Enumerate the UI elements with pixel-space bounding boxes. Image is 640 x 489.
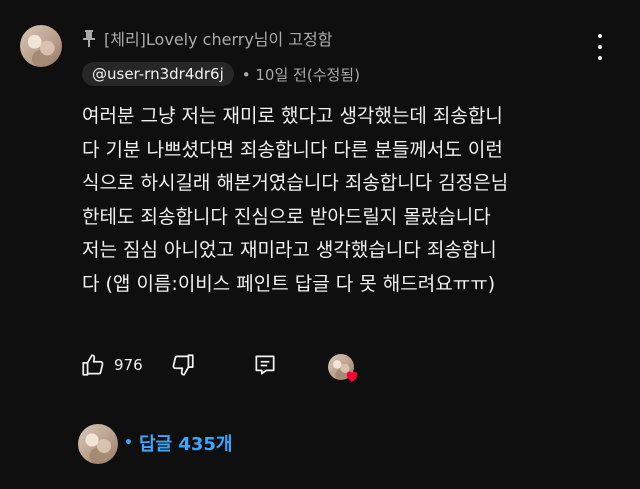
comment-line: 다 기분 나쁘셨다면 죄송합니다 다른 분들께서도 이런 [82,138,503,161]
comment-actions: 976 [80,352,380,384]
comment-line: 저는 짐심 아니었고 재미라고 생각했습니다 죄송합니 [82,239,497,261]
reply-creator-avatar [78,424,118,464]
comment-line: 여러분 그냥 저는 재미로 했다고 생각했는데 죄송합니 [82,105,503,127]
comment-line: 다 (앱 이름:이비스 페인트 답글 다 못 해드려요ㅠㅠ) [82,272,496,295]
comment-line: 한테도 죄송합니다 진심으로 받아드릴지 몰랐습니다 [82,205,491,228]
author-handle[interactable]: @user-rn3dr4dr6j [82,62,234,86]
replies-label: 답글 435개 [138,434,233,455]
pinned-indicator: [체리]Lovely cherry님이 고정함 [82,26,332,50]
view-replies-button[interactable]: • 답글 435개 [124,430,232,456]
like-button[interactable]: 976 [80,352,143,378]
comment-line: 식으로 하시길래 해본거였습니다 죄송합니다 김정은님 [82,172,509,194]
reply-button[interactable] [252,352,278,378]
thumbs-up-icon [82,354,104,376]
comment-header: @user-rn3dr4dr6j • 10일 전(수정됨) [82,62,360,86]
commenter-avatar[interactable] [20,25,62,67]
comment-timestamp[interactable]: • 10일 전(수정됨) [242,64,360,85]
replies-dot: • [124,435,133,451]
like-count: 976 [114,356,143,374]
thumbs-down-icon [172,354,194,376]
pinned-label: [체리]Lovely cherry님이 고정함 [104,30,333,49]
reply-icon [255,355,275,375]
dislike-button[interactable] [170,352,196,378]
more-options-icon[interactable] [592,34,608,60]
creator-heart-badge [328,354,358,382]
pin-icon [83,30,95,47]
heart-icon [346,371,358,382]
comment-text: 여러분 그냥 저는 재미로 했다고 생각했는데 죄송합니 다 기분 나쁘셨다면 … [82,100,582,301]
